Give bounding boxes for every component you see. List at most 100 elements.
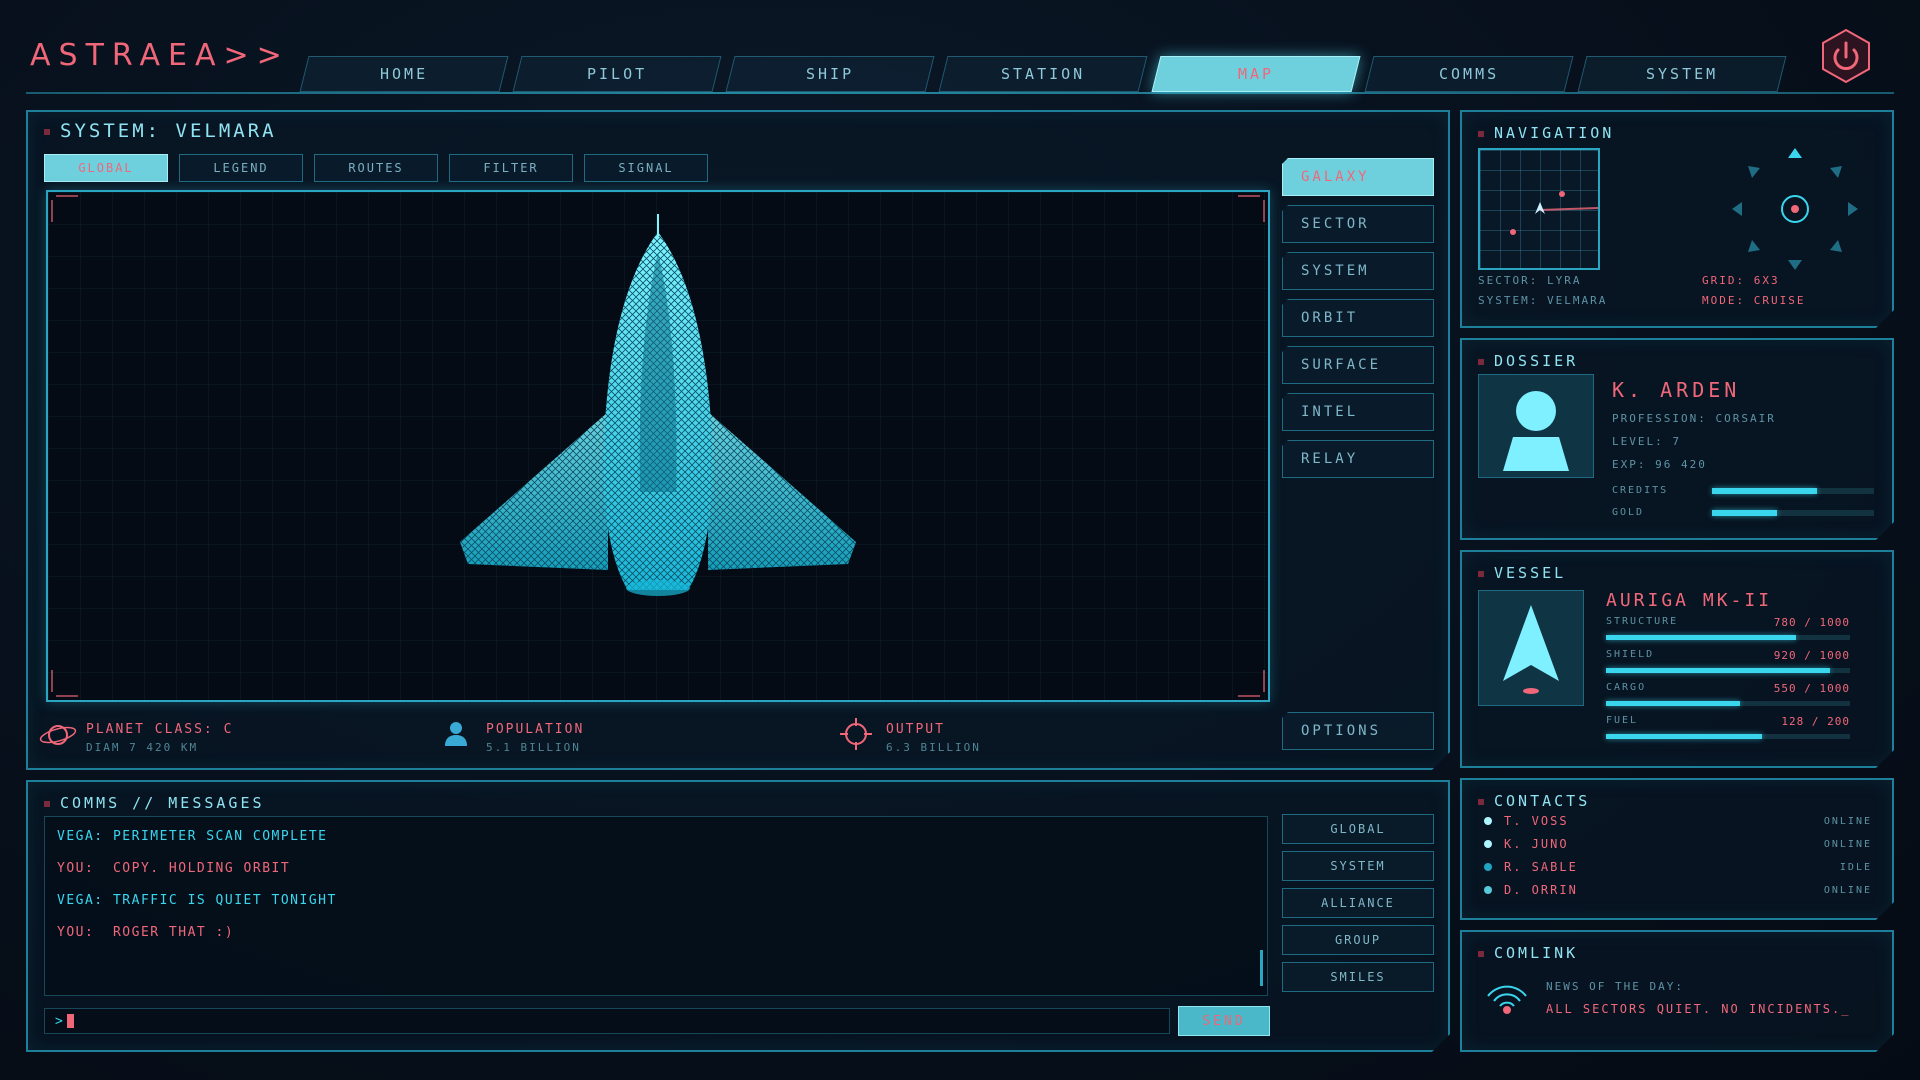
- send-button[interactable]: SEND: [1178, 1006, 1270, 1036]
- minimap-markers: [1510, 191, 1599, 235]
- tab-comms[interactable]: COMMS: [1364, 56, 1574, 92]
- idle-status-icon: [1484, 863, 1492, 871]
- channel-smiles[interactable]: SMILES: [1282, 962, 1434, 992]
- arrow-up-icon: [1788, 148, 1802, 158]
- contact-status: IDLE: [1839, 861, 1872, 873]
- map-scope-orbit[interactable]: ORBIT: [1282, 299, 1434, 337]
- comlink-label: NEWS OF THE DAY:: [1546, 980, 1684, 993]
- title-marker: [44, 128, 50, 135]
- subtab-filter[interactable]: FILTER: [449, 154, 573, 182]
- comlink-title-text: COMLINK: [1494, 944, 1579, 962]
- nav-grid: GRID: 6X3: [1702, 274, 1780, 287]
- navigation-title-text: NAVIGATION: [1494, 124, 1615, 142]
- comms-title-text: COMMS // MESSAGES: [60, 794, 265, 812]
- online-status-icon: [1484, 817, 1492, 825]
- comlink-message: ALL SECTORS QUIET. NO INCIDENTS._: [1546, 1002, 1851, 1016]
- stat-label: STRUCTURE: [1606, 616, 1679, 627]
- map-scope-system[interactable]: SYSTEM: [1282, 252, 1434, 290]
- dossier-title-text: DOSSIER: [1494, 352, 1579, 370]
- message-log-scrollbar[interactable]: [1260, 950, 1263, 986]
- title-marker: [1478, 130, 1484, 137]
- navigation-panel-title: NAVIGATION: [1478, 124, 1614, 142]
- stat-label: SHIELD: [1606, 649, 1655, 660]
- nav-system: SYSTEM: VELMARA: [1478, 294, 1608, 307]
- population-stat: POPULATION 5.1 BILLION: [486, 722, 584, 754]
- map-scope-sector[interactable]: SECTOR: [1282, 205, 1434, 243]
- chat-speaker: VEGA:: [57, 829, 104, 844]
- stat-bar: [1606, 635, 1850, 640]
- chat-text: ROGER THAT :): [112, 925, 235, 940]
- planet-class-label: PLANET CLASS: C: [86, 722, 234, 737]
- signal-icon: [1484, 978, 1530, 1022]
- channel-global[interactable]: GLOBAL: [1282, 814, 1434, 844]
- power-button[interactable]: [1820, 28, 1872, 84]
- chat-message: VEGA: PERIMETER SCAN COMPLETE: [57, 829, 327, 844]
- subtab-legend[interactable]: LEGEND: [179, 154, 303, 182]
- chat-text: COPY. HOLDING ORBIT: [112, 861, 291, 876]
- title-marker: [1478, 358, 1484, 365]
- map-title-text: SYSTEM: VELMARA: [60, 120, 277, 142]
- contact-name: T. VOSS: [1504, 814, 1569, 828]
- contact-status: ONLINE: [1823, 884, 1872, 896]
- contact-row[interactable]: R. SABLE IDLE: [1484, 860, 1872, 874]
- map-scope-galaxy[interactable]: GALAXY: [1282, 158, 1434, 196]
- contact-name: R. SABLE: [1504, 860, 1578, 874]
- stat-label: CARGO: [1606, 682, 1647, 693]
- vessel-stat-structure: STRUCTURE 780 / 1000: [1606, 616, 1850, 640]
- contact-row[interactable]: D. ORRIN ONLINE: [1484, 883, 1872, 897]
- contact-status: ONLINE: [1823, 838, 1872, 850]
- tab-label: HOME: [379, 65, 429, 83]
- map-panel-title: SYSTEM: VELMARA: [44, 120, 277, 142]
- options-button[interactable]: OPTIONS: [1282, 712, 1434, 750]
- map-scope-surface[interactable]: SURFACE: [1282, 346, 1434, 384]
- gold-bar: [1712, 510, 1874, 516]
- pilot-name: K. ARDEN: [1612, 378, 1741, 402]
- channel-system[interactable]: SYSTEM: [1282, 851, 1434, 881]
- tab-ship[interactable]: SHIP: [725, 56, 935, 92]
- chat-text: TRAFFIC IS QUIET TONIGHT: [112, 893, 337, 908]
- arrow-down-icon: [1788, 260, 1802, 270]
- arrow-left-icon: [1732, 202, 1742, 216]
- stat-value: 780 / 1000: [1773, 616, 1850, 629]
- comlink-panel-title: COMLINK: [1478, 944, 1578, 962]
- tab-label: STATION: [1000, 65, 1086, 83]
- map-scope-intel[interactable]: INTEL: [1282, 393, 1434, 431]
- credits-bar: [1712, 488, 1874, 494]
- channel-group[interactable]: GROUP: [1282, 925, 1434, 955]
- credits-label: CREDITS: [1612, 485, 1669, 496]
- chat-input[interactable]: >: [44, 1008, 1170, 1034]
- map-scope-relay[interactable]: RELAY: [1282, 440, 1434, 478]
- channel-alliance[interactable]: ALLIANCE: [1282, 888, 1434, 918]
- vessel-stat-fuel: FUEL 128 / 200: [1606, 715, 1850, 739]
- tab-station[interactable]: STATION: [938, 56, 1148, 92]
- tab-map[interactable]: MAP: [1151, 56, 1361, 92]
- tab-home[interactable]: HOME: [299, 56, 509, 92]
- map-viewport[interactable]: [46, 190, 1270, 702]
- contact-row[interactable]: T. VOSS ONLINE: [1484, 814, 1872, 828]
- tab-label: COMMS: [1438, 65, 1500, 83]
- chat-message: YOU: ROGER THAT :): [57, 925, 234, 940]
- direction-pad[interactable]: [1730, 146, 1860, 276]
- output-label: OUTPUT: [886, 722, 945, 737]
- output-value: 6.3 BILLION: [886, 741, 981, 754]
- tab-pilot[interactable]: PILOT: [512, 56, 722, 92]
- vessel-title-text: VESSEL: [1494, 564, 1567, 582]
- stat-bar-fill: [1606, 668, 1831, 673]
- subtab-global[interactable]: GLOBAL: [44, 154, 168, 182]
- title-marker: [1478, 950, 1484, 957]
- population-icon: [444, 720, 468, 752]
- stat-label: FUEL: [1606, 715, 1639, 726]
- header-divider: [26, 92, 1894, 94]
- tab-system[interactable]: SYSTEM: [1577, 56, 1787, 92]
- contact-row[interactable]: K. JUNO ONLINE: [1484, 837, 1872, 851]
- subtab-routes[interactable]: ROUTES: [314, 154, 438, 182]
- chat-speaker: YOU:: [57, 925, 95, 940]
- credits-bar-fill: [1712, 488, 1818, 494]
- nav-mode: MODE: CRUISE: [1702, 294, 1806, 307]
- subtab-signal[interactable]: SIGNAL: [584, 154, 708, 182]
- app-logo: ASTRAEA>>: [30, 38, 290, 73]
- minimap[interactable]: [1478, 148, 1600, 270]
- chat-text: PERIMETER SCAN COMPLETE: [112, 829, 328, 844]
- contact-name: D. ORRIN: [1504, 883, 1578, 897]
- contact-name: K. JUNO: [1504, 837, 1569, 851]
